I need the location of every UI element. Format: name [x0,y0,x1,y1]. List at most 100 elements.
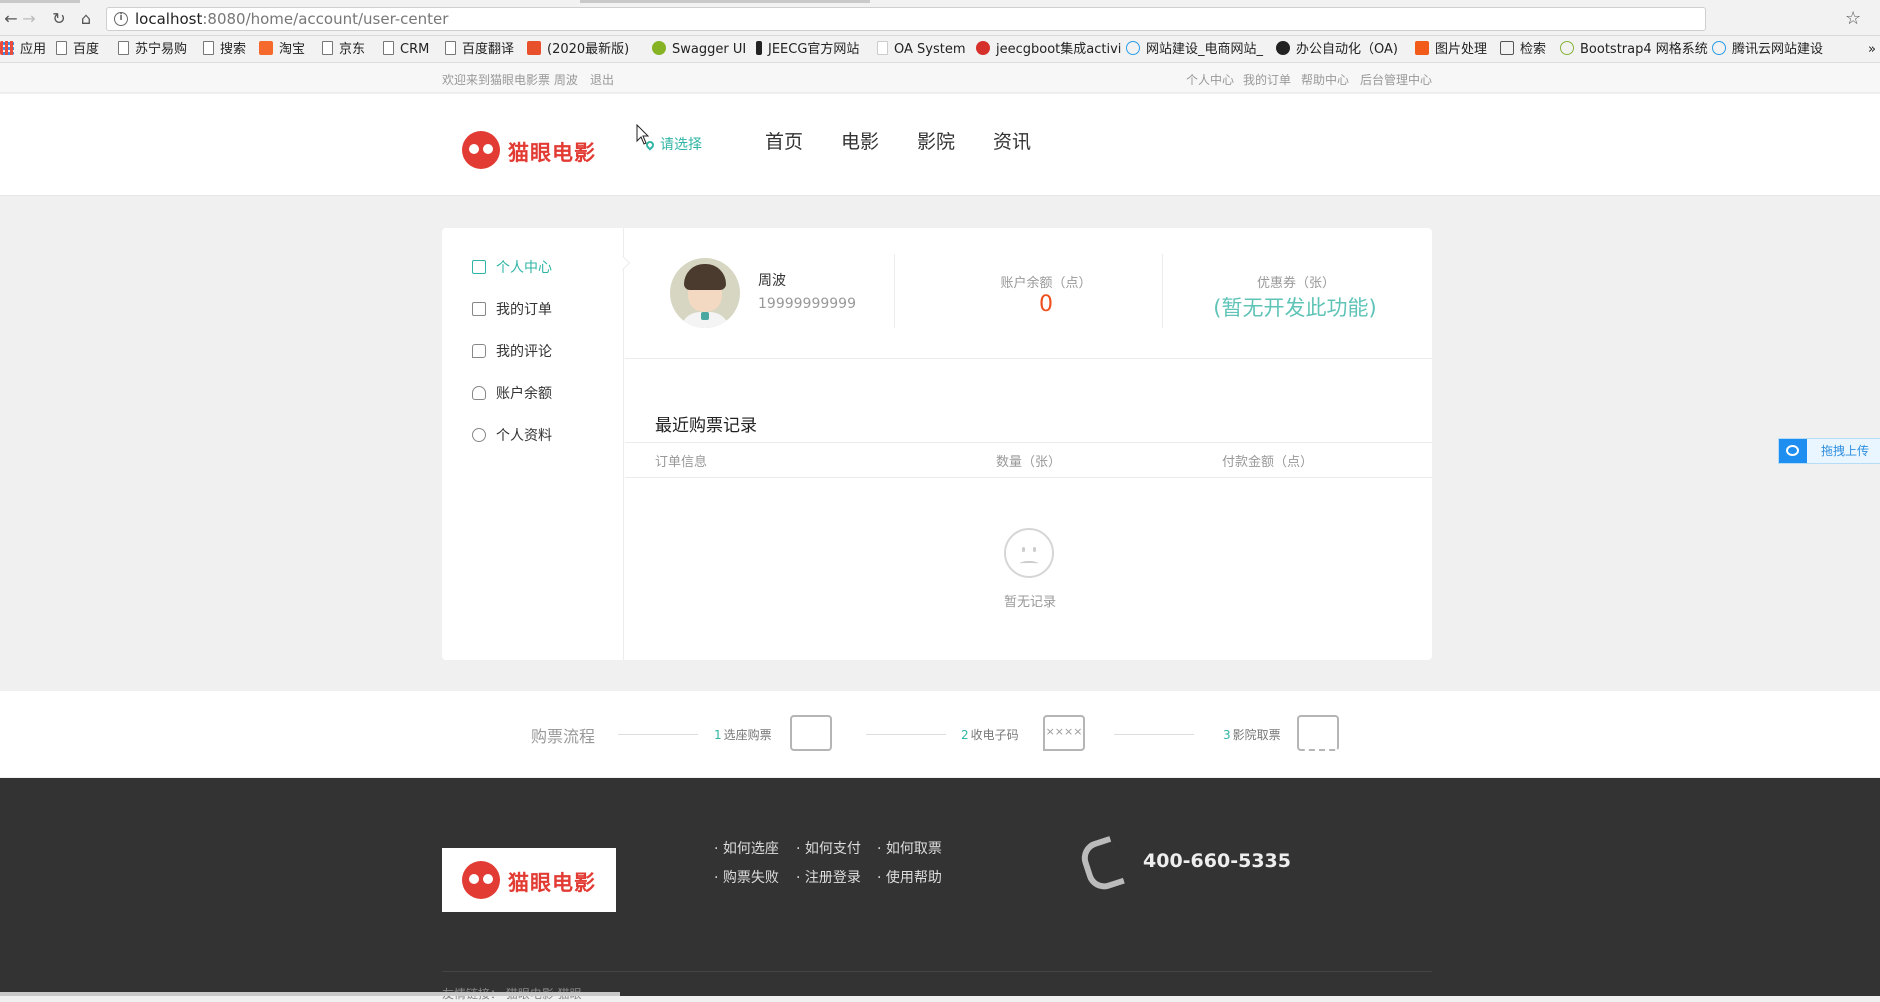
taobao-icon [259,41,273,55]
horizontal-scrollbar[interactable] [0,992,620,996]
footer-link-register[interactable]: · 注册登录 [796,867,861,887]
github-icon [1276,41,1290,55]
bookmark-star-icon[interactable]: ☆ [1845,8,1861,29]
bookmark-apps[interactable]: 应用 [0,41,46,59]
nav-movies[interactable]: 电影 [841,127,879,154]
bookmark-item[interactable]: 百度翻译 [445,41,514,59]
topbar-link-admin[interactable]: 后台管理中心 [1360,71,1432,88]
coupon-label: 优惠券（张） [1256,276,1335,291]
balance-label: 账户余额（点） [1000,276,1092,291]
nav-cinemas[interactable]: 影院 [917,127,955,154]
search-tool-icon [1500,41,1514,55]
bookmark-item[interactable]: 搜索 [203,41,246,59]
topbar-link-user-center[interactable]: 个人中心 [1186,71,1234,88]
bookmark-item[interactable]: 苏宁易购 [118,41,187,59]
cloud-icon [1126,41,1140,55]
phone-icon [1077,835,1125,895]
sidebar: 个人中心 我的订单 我的评论 账户余额 个人资料 [442,228,624,660]
flow-step-select-seat: 1 选座购票 [714,728,772,742]
seat-icon [790,715,832,751]
bookmark-item[interactable]: 百度 [56,41,99,59]
sidebar-item-user-center[interactable]: 个人中心 [472,258,552,278]
hotline-number: 400-660-5335 [1143,850,1291,872]
purchase-flow: 购票流程 1 选座购票 2 收电子码 ×××× 3 影院取票 [0,691,1880,777]
bookmark-item[interactable]: JEECG官方网站 [756,41,859,59]
welcome-text: 欢迎来到猫眼电影票 周波 [442,73,578,87]
divider [625,358,1432,359]
avatar[interactable] [670,258,740,328]
flow-connector [866,734,946,735]
footer-link-choose-seat[interactable]: · 如何选座 [714,838,779,858]
topbar-link-orders[interactable]: 我的订单 [1243,71,1291,88]
bookmark-item[interactable]: CRM [383,41,429,59]
footer-link-pay[interactable]: · 如何支付 [796,838,861,858]
bookmark-item[interactable]: 网站建设_电商网站_ [1126,41,1263,59]
page-icon [56,41,67,55]
swagger-icon [652,41,666,55]
forward-arrow-icon[interactable]: → [18,8,40,30]
site-info-icon[interactable]: i [114,12,128,26]
flow-title: 购票流程 [531,727,596,746]
bookmark-item[interactable]: 图片处理 [1415,41,1487,59]
bookmark-item[interactable]: 京东 [322,41,365,59]
page-icon [203,41,214,55]
reload-icon[interactable]: ↻ [48,8,70,30]
bookmark-item[interactable]: Swagger UI [652,41,746,59]
drag-upload-widget[interactable]: 拖拽上传 [1778,438,1880,464]
cloud-upload-icon [1779,439,1807,463]
bookmark-item[interactable]: (2020最新版) [527,41,629,59]
grid-icon [472,260,486,274]
page-icon [445,41,456,55]
upload-label: 拖拽上传 [1821,444,1870,458]
sidebar-item-balance[interactable]: 账户余额 [472,384,552,404]
cat-logo-icon [462,861,500,899]
bookmark-item[interactable]: 淘宝 [259,41,305,59]
image-tool-icon [1415,41,1429,55]
page-icon [118,41,129,55]
sidebar-item-label: 我的评论 [496,344,552,360]
column-amount: 付款金额（点） [1222,455,1314,470]
footer-link-help[interactable]: · 使用帮助 [877,867,942,887]
bookmark-item[interactable]: jeecgboot集成activi [976,41,1121,59]
logo-text[interactable]: 猫眼电影 [508,137,596,167]
balance-value: 0 [1039,292,1053,317]
bookmarks-overflow-icon[interactable]: » [1868,41,1876,59]
site-footer: 猫眼电影 · 如何选座 · 如何支付 · 如何取票 · 购票失败 · 注册登录 … [0,778,1880,1001]
cloud-icon [1712,41,1726,55]
nav-news[interactable]: 资讯 [993,127,1031,154]
bookmark-item[interactable]: 腾讯云网站建设 [1712,41,1823,59]
sidebar-item-orders[interactable]: 我的订单 [472,300,552,320]
bookmark-item[interactable]: 检索 [1500,41,1546,59]
user-name: 周波 [758,273,786,289]
message-icon: ×××× [1043,715,1085,751]
bookmark-item[interactable]: OA System [877,41,966,59]
comment-icon [472,344,486,358]
page-icon [322,41,333,55]
jeecg-icon [756,41,762,55]
nav-home[interactable]: 首页 [765,127,803,154]
topbar-link-help[interactable]: 帮助中心 [1301,71,1349,88]
footer-link-purchase-fail[interactable]: · 购票失败 [714,867,779,887]
sidebar-item-label: 我的订单 [496,302,552,318]
address-bar[interactable]: i localhost:8080/home/account/user-cente… [106,7,1706,31]
bookmark-item[interactable]: 办公自动化（OA) [1276,41,1398,59]
column-quantity: 数量（张） [996,455,1062,470]
city-selector[interactable]: 请选择 [644,134,702,154]
sidebar-item-label: 个人中心 [496,260,552,276]
footer-link-pick-ticket[interactable]: · 如何取票 [877,838,942,858]
logout-link[interactable]: 退出 [590,71,614,88]
apps-grid-icon [0,41,14,55]
footer-logo[interactable]: 猫眼电影 [442,848,616,912]
mouse-cursor-icon [636,124,650,145]
tab-strip-edge [0,0,80,3]
empty-records-text: 暂无记录 [1003,595,1056,610]
flow-step-receive-code: 2 收电子码 [961,728,1019,742]
bookmark-item[interactable]: Bootstrap4 网格系统 [1560,41,1708,59]
sidebar-item-comments[interactable]: 我的评论 [472,342,552,362]
sidebar-item-profile[interactable]: 个人资料 [472,426,552,446]
divider [625,442,1432,443]
sad-face-icon [1004,528,1054,578]
flow-connector [618,734,698,735]
cat-logo-icon[interactable] [462,131,500,169]
home-icon[interactable]: ⌂ [75,8,97,30]
